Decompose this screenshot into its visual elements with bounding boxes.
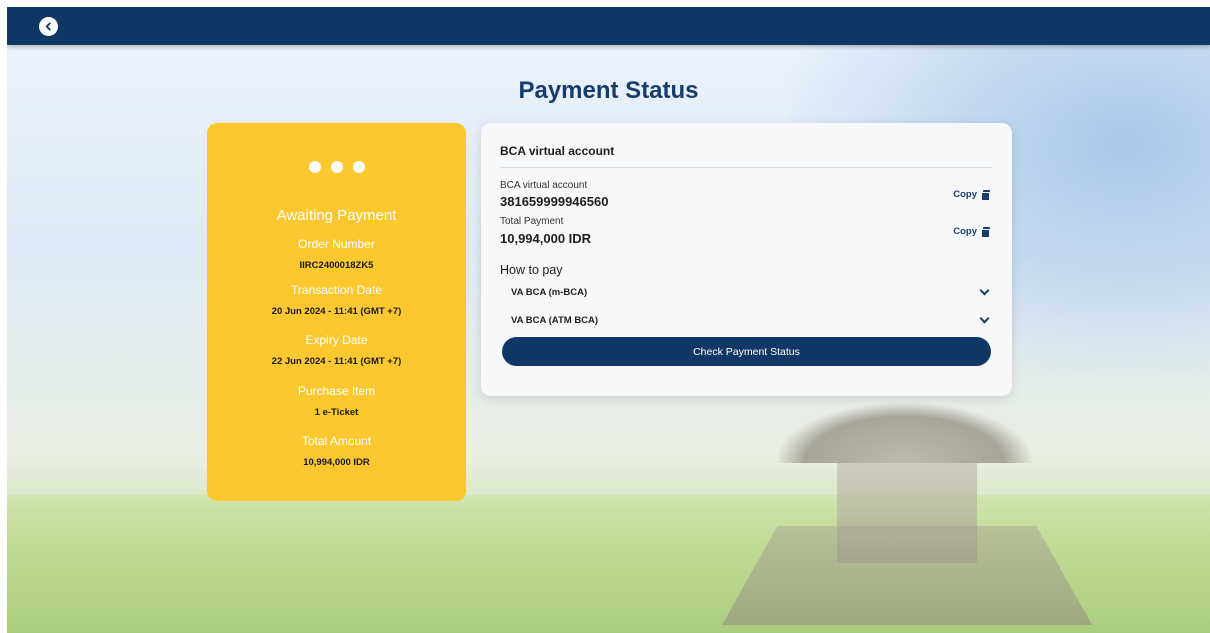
expiry-date-value: 22 Jun 2024 - 11:41 (GMT +7): [271, 356, 402, 367]
va-number-value: 381659999946560: [500, 194, 609, 209]
dot: [352, 161, 365, 173]
temple-roof-decoration: [777, 403, 1032, 463]
accordion-label: VA BCA (m-BCA): [511, 286, 588, 298]
top-navigation-bar: [7, 7, 1210, 45]
order-number-value: IIRC2400018ZK5: [299, 260, 374, 271]
chevron-down-icon: [979, 313, 990, 323]
total-amount-label: Total Amount: [301, 434, 372, 448]
loading-dots-icon: [207, 161, 466, 173]
card-title: BCA virtual account: [500, 144, 615, 158]
chevron-left-icon: [45, 22, 51, 31]
accordion-m-bca[interactable]: VA BCA (m-BCA): [500, 283, 992, 301]
total-amount-value: 10,994,000 IDR: [303, 457, 370, 468]
page-title: Payment Status: [518, 77, 699, 104]
copy-label: Copy: [953, 189, 977, 200]
payment-status-card: Awaiting Payment Order Number IIRC240001…: [207, 123, 466, 501]
divider: [500, 167, 992, 168]
total-payment-label: Total Payment: [500, 216, 564, 227]
copy-va-button[interactable]: Copy: [953, 189, 990, 201]
dot: [330, 161, 343, 173]
status-heading: Awaiting Payment: [276, 207, 397, 224]
how-to-pay-heading: How to pay: [500, 263, 563, 277]
chevron-down-icon: [979, 285, 990, 295]
purchase-item-label: Purchase Item: [297, 384, 376, 398]
copy-label: Copy: [953, 226, 977, 237]
accordion-atm-bca[interactable]: VA BCA (ATM BCA): [500, 311, 992, 329]
purchase-item-value: 1 e-Ticket: [314, 407, 359, 418]
transaction-date-value: 20 Jun 2024 - 11:41 (GMT +7): [271, 306, 402, 317]
order-number-label: Order Number: [298, 237, 375, 251]
transaction-date-label: Transaction Date: [291, 283, 382, 297]
dot: [308, 161, 321, 173]
back-button[interactable]: [39, 17, 58, 36]
va-number-label: BCA virtual account: [500, 180, 588, 191]
copy-icon: [981, 227, 990, 238]
virtual-account-card: BCA virtual account BCA virtual account …: [481, 123, 1012, 396]
copy-icon: [981, 190, 990, 201]
copy-total-button[interactable]: Copy: [953, 226, 990, 238]
app-frame: Payment Status Awaiting Payment Order Nu…: [7, 7, 1210, 633]
temple-base-decoration: [722, 526, 1092, 625]
total-payment-value: 10,994,000 IDR: [500, 231, 592, 246]
accordion-label: VA BCA (ATM BCA): [511, 314, 599, 326]
check-payment-status-button[interactable]: Check Payment Status: [502, 337, 991, 366]
expiry-date-label: Expiry Date: [305, 333, 368, 347]
